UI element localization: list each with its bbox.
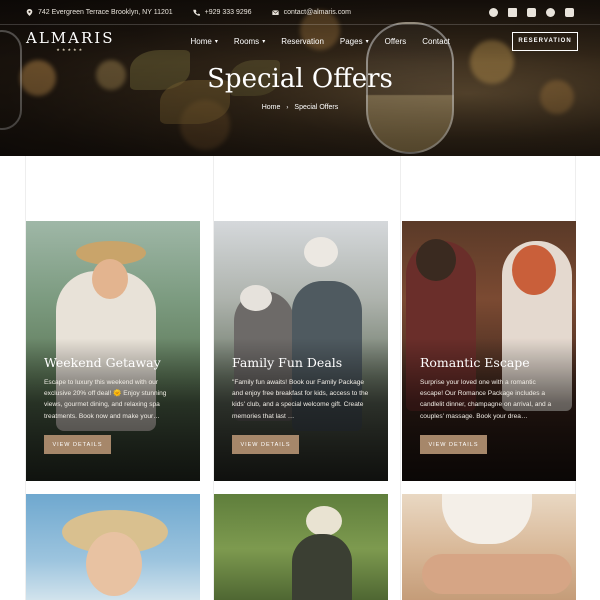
view-details-button[interactable]: VIEW DETAILS <box>44 435 111 454</box>
facebook-icon[interactable] <box>489 7 498 17</box>
phone-icon <box>192 9 200 16</box>
offer-card-weekend-getaway[interactable]: Weekend Getaway Escape to luxury this we… <box>26 221 200 481</box>
main-nav: ALMARIS ★★★★★ Home ▾ Rooms ▾ Reservation P… <box>26 28 578 54</box>
offer-title: Weekend Getaway <box>44 355 161 370</box>
nav-item-reservation[interactable]: Reservation <box>281 37 324 46</box>
nav-item-label: Rooms <box>233 36 260 46</box>
nav-item-home[interactable]: Home ▾ <box>190 37 217 46</box>
chevron-down-icon: ▾ <box>262 38 266 45</box>
address-text: 742 Evergreen Terrace Brooklyn, NY 11201 <box>38 8 173 16</box>
nav-item-pages[interactable]: Pages ▾ <box>340 37 369 46</box>
offer-card-romantic-escape[interactable]: Romantic Escape Surprise your loved one … <box>402 221 576 481</box>
logo-text: ALMARIS <box>26 28 115 47</box>
divider <box>0 24 600 25</box>
youtube-icon[interactable] <box>527 7 536 17</box>
breadcrumb: Home › Special Offers <box>0 104 600 111</box>
phone-text[interactable]: +929 333 9296 <box>205 9 252 16</box>
hero-banner: 742 Evergreen Terrace Brooklyn, NY 11201… <box>0 0 600 156</box>
offer-image-hat <box>306 506 342 536</box>
nav-item-label: Offers <box>384 36 407 46</box>
offer-card[interactable] <box>214 494 388 600</box>
nav-menu: Home ▾ Rooms ▾ Reservation Pages ▾ Offers C… <box>190 37 465 46</box>
email-info[interactable]: contact@almaris.com <box>271 9 351 16</box>
nav-item-offers[interactable]: Offers <box>385 37 407 46</box>
offer-image-figure <box>422 554 572 594</box>
mail-icon <box>271 9 279 15</box>
nav-item-contact[interactable]: Contact <box>422 37 450 46</box>
offer-description: "Family fun awaits! Book our Family Pack… <box>232 379 369 420</box>
nav-item-label: Reservation <box>281 36 324 46</box>
phone-info[interactable]: +929 333 9296 <box>192 9 252 16</box>
logo[interactable]: ALMARIS ★★★★★ <box>26 28 115 52</box>
nav-item-label: Contact <box>422 36 450 46</box>
offer-image-figure <box>292 534 352 600</box>
offer-title: Family Fun Deals <box>232 355 343 370</box>
offer-image-face <box>86 532 142 596</box>
offer-card[interactable] <box>402 494 576 600</box>
offer-title: Romantic Escape <box>420 355 530 370</box>
nav-item-label: Home <box>190 36 212 46</box>
offer-card[interactable] <box>26 494 200 600</box>
nav-item-rooms[interactable]: Rooms ▾ <box>234 37 265 46</box>
view-details-button[interactable]: VIEW DETAILS <box>232 435 299 454</box>
reservation-button[interactable]: RESERVATION <box>512 31 578 51</box>
breadcrumb-separator: › <box>286 105 289 111</box>
social-links <box>489 7 574 17</box>
offer-description: Surprise your loved one with a romantic … <box>420 379 552 420</box>
breadcrumb-home[interactable]: Home <box>262 104 281 111</box>
offer-description: Escape to luxury this weekend with our e… <box>44 379 167 420</box>
offer-card-family-fun-deals[interactable]: Family Fun Deals "Family fun awaits! Boo… <box>214 221 388 481</box>
x-icon[interactable] <box>508 7 517 17</box>
top-info-bar: 742 Evergreen Terrace Brooklyn, NY 11201… <box>0 0 600 24</box>
grid-line <box>400 156 401 600</box>
instagram-icon[interactable] <box>565 7 574 17</box>
chevron-down-icon: ▾ <box>214 38 218 45</box>
pinterest-icon[interactable] <box>546 7 555 17</box>
nav-item-label: Pages <box>339 36 363 46</box>
logo-stars: ★★★★★ <box>56 46 85 52</box>
breadcrumb-current: Special Offers <box>294 104 339 111</box>
location-pin-icon <box>26 8 33 16</box>
address-info: 742 Evergreen Terrace Brooklyn, NY 11201 <box>26 8 173 16</box>
view-details-button[interactable]: VIEW DETAILS <box>420 435 487 454</box>
email-text[interactable]: contact@almaris.com <box>284 9 351 16</box>
chevron-down-icon: ▾ <box>365 38 369 45</box>
page-title: Special Offers <box>207 64 393 94</box>
